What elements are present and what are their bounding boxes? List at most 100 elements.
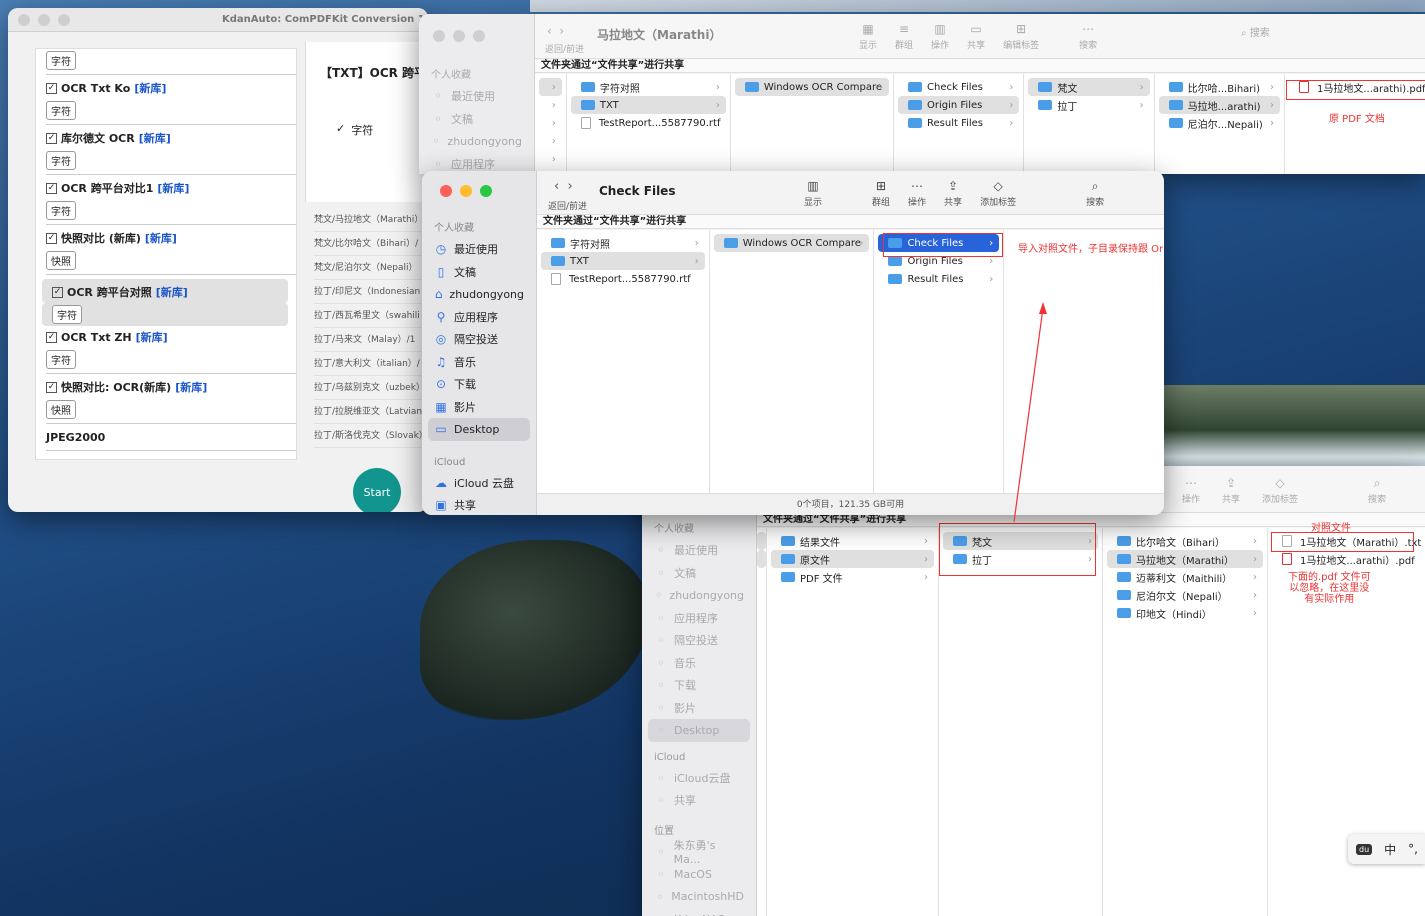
zoom-dot[interactable] (473, 30, 485, 42)
minimize-dot[interactable] (38, 14, 50, 26)
file-row[interactable]: Result Files › (878, 270, 999, 288)
toolbar-item[interactable]: ⊞ 群组 (872, 179, 890, 208)
ime-punctuation[interactable]: °, (1408, 842, 1418, 856)
minimize-dot[interactable] (460, 185, 472, 197)
option-button[interactable]: 字符 (46, 51, 76, 70)
toolbar-item[interactable]: ▭ 共享 (967, 22, 985, 51)
sidebar-item[interactable]: ◦ zhudongyong (419, 130, 534, 153)
file-row[interactable]: Result Files › (898, 114, 1019, 132)
file-row[interactable]: TXT › (541, 252, 705, 270)
path-row[interactable]: 梵文/尼泊尔文（Nepali） (314, 256, 428, 280)
input-method-bar[interactable]: du 中 °, (1348, 834, 1425, 864)
file-row[interactable]: TXT › (570, 96, 726, 114)
category-item[interactable]: PDF (36, 453, 296, 460)
option-button[interactable]: 字符 (46, 201, 76, 220)
sidebar-item[interactable]: ◦ 最近使用 (419, 85, 534, 108)
ime-language[interactable]: 中 (1384, 841, 1396, 858)
test-case-item[interactable]: ✓ OCR Txt Ko [新库] (36, 77, 296, 99)
file-row[interactable]: 迈蒂利文（Maithili） › (1107, 568, 1263, 586)
file-row[interactable]: TestReport...5587790.rtf (541, 270, 705, 288)
sidebar-item[interactable]: ▯ 文稿 (422, 261, 536, 284)
toolbar-item[interactable]: ⇪ 共享 (1222, 476, 1240, 505)
file-row[interactable]: Windows OCR Compare › (713, 234, 870, 252)
file-row[interactable]: 1马拉地文...arathi).pdf (1289, 78, 1425, 96)
option-button[interactable]: 快照 (46, 251, 76, 270)
path-row[interactable]: 拉丁/西瓦希里文（swahili (314, 304, 428, 328)
test-case-item[interactable]: ✓ 库尔德文 OCR [新库] (36, 127, 296, 149)
file-row[interactable]: PDF 文件 › (771, 568, 934, 586)
file-row[interactable]: 梵文 › (943, 532, 1098, 550)
option-button[interactable]: 快照 (46, 400, 76, 419)
option-button[interactable]: 字符 (46, 101, 76, 120)
sidebar-item[interactable]: ◦ iCloud云盘 (642, 767, 756, 790)
back-forward-arrows[interactable]: ‹ › (547, 24, 564, 38)
file-row[interactable]: TestReport...5587790.rtf (571, 114, 726, 132)
file-row[interactable]: 马拉地文（Marathi） › (1107, 550, 1263, 568)
sidebar-item[interactable]: ⌂ zhudongyong (422, 283, 536, 306)
sidebar-item[interactable]: ◦ 下载 (642, 674, 756, 697)
file-row[interactable]: Check Files › (898, 78, 1019, 96)
sidebar-item[interactable]: ◷ 最近使用 (422, 238, 536, 261)
checkbox[interactable]: ✓ (46, 182, 57, 194)
close-dot[interactable] (433, 30, 445, 42)
toolbar-item[interactable]: ▥ 显示 (804, 179, 822, 208)
toolbar-item[interactable]: ⌕ 搜索 (1368, 476, 1386, 505)
file-row[interactable]: 结果文件 › (771, 532, 934, 550)
sidebar-item[interactable]: ◦ Desktop (648, 719, 750, 742)
path-row[interactable]: 拉丁/斯洛伐克文（Slovak） (314, 424, 428, 448)
file-row[interactable]: 拉丁 › (1028, 96, 1149, 114)
sidebar-item[interactable]: ▣ 共享 (422, 494, 536, 515)
file-row[interactable]: 马拉地...arathi) › (1158, 96, 1280, 114)
test-case-item[interactable]: ✓ 快照对比: OCR(新库) [新库] (36, 376, 296, 398)
sidebar-item[interactable]: ▭ Desktop (428, 418, 530, 441)
toolbar-item[interactable]: ⌕ 搜索 (1086, 179, 1104, 208)
file-row[interactable]: 字符对照 › (571, 78, 726, 96)
sidebar-item[interactable]: ◦ 影片 (642, 697, 756, 720)
toolbar-item[interactable]: ◇ 添加标签 (980, 179, 1016, 208)
file-row[interactable]: 尼泊尔...Nepali) › (1159, 114, 1280, 132)
sidebar-item[interactable]: ◦KdanNAS (642, 908, 756, 916)
char-option[interactable]: ✓ 字符 (336, 122, 373, 138)
file-row[interactable]: 比尔哈...Bihari) › (1159, 78, 1280, 96)
toolbar-item[interactable]: ◇ 添加标签 (1262, 476, 1298, 505)
category-item[interactable]: JPEG2000 (36, 426, 296, 451)
path-row[interactable]: 拉丁/拉脱维亚文（Latvian (314, 400, 428, 424)
toolbar-item[interactable]: ▥ 操作 (931, 22, 949, 51)
sidebar-item[interactable]: ◎ 隔空投送 (422, 328, 536, 351)
sidebar-item[interactable]: ◦ 音乐 (642, 652, 756, 675)
toolbar-item[interactable]: ⋯ 操作 (908, 179, 926, 208)
toolbar-item[interactable]: ⋯ 操作 (1182, 476, 1200, 505)
file-row[interactable]: Windows OCR Compare › (734, 78, 889, 96)
file-row[interactable]: 1马拉地文（Marathi）.txt (1272, 532, 1421, 550)
file-row[interactable]: 比尔哈文（Bihari） › (1107, 532, 1263, 550)
sidebar-item[interactable]: ▦ 影片 (422, 396, 536, 419)
zoom-dot[interactable] (480, 185, 492, 197)
sidebar-item[interactable]: ◦ 朱东勇's Ma... (642, 839, 756, 866)
sidebar-item[interactable]: ◦ MacintoshHD (642, 886, 756, 909)
checkbox[interactable]: ✓ (46, 381, 57, 393)
file-row[interactable]: 原文件 › (771, 550, 934, 568)
path-row[interactable]: 拉丁/马来文（Malay）/1 (314, 328, 428, 352)
toolbar-item[interactable]: ▦ 显示 (859, 22, 877, 51)
sidebar-item[interactable]: ⊙ 下载 (422, 373, 536, 396)
file-row[interactable]: 梵文 › (1028, 78, 1150, 96)
zoom-dot[interactable] (58, 14, 70, 26)
file-row[interactable]: Check Files › (878, 234, 1000, 252)
sidebar-item[interactable]: ◦ zhudongyong (642, 584, 756, 607)
file-row[interactable]: 1马拉地文...arathi）.pdf (1272, 550, 1421, 568)
option-button[interactable]: 字符 (46, 350, 76, 369)
option-button[interactable]: 字符 (52, 305, 82, 324)
close-dot[interactable] (18, 14, 30, 26)
test-case-item[interactable]: ✓ OCR 跨平台对照 [新库] (42, 279, 288, 303)
path-row[interactable]: 拉丁/印尼文（Indonesian (314, 280, 428, 304)
sidebar-item[interactable]: ◦ 共享 (642, 789, 756, 812)
file-row[interactable]: 尼泊尔文（Nepali） › (1107, 586, 1263, 604)
option-button[interactable]: 字符 (46, 151, 76, 170)
test-case-item[interactable]: ✓ OCR Txt ZH [新库] (36, 326, 296, 348)
sidebar-item[interactable]: ◦ 隔空投送 (642, 629, 756, 652)
sidebar-item[interactable]: ◦ 应用程序 (642, 607, 756, 630)
test-case-list[interactable]: 字符 ✓ OCR Txt Ko [新库] 字符 ✓ 库尔德文 OCR [新库] 字符 ✓ OCR 跨… (35, 48, 297, 460)
checkbox[interactable]: ✓ (46, 82, 57, 94)
sidebar-item[interactable]: ☁ iCloud 云盘 (422, 472, 536, 495)
file-row[interactable]: 印地文（Hindi） › (1107, 604, 1263, 622)
